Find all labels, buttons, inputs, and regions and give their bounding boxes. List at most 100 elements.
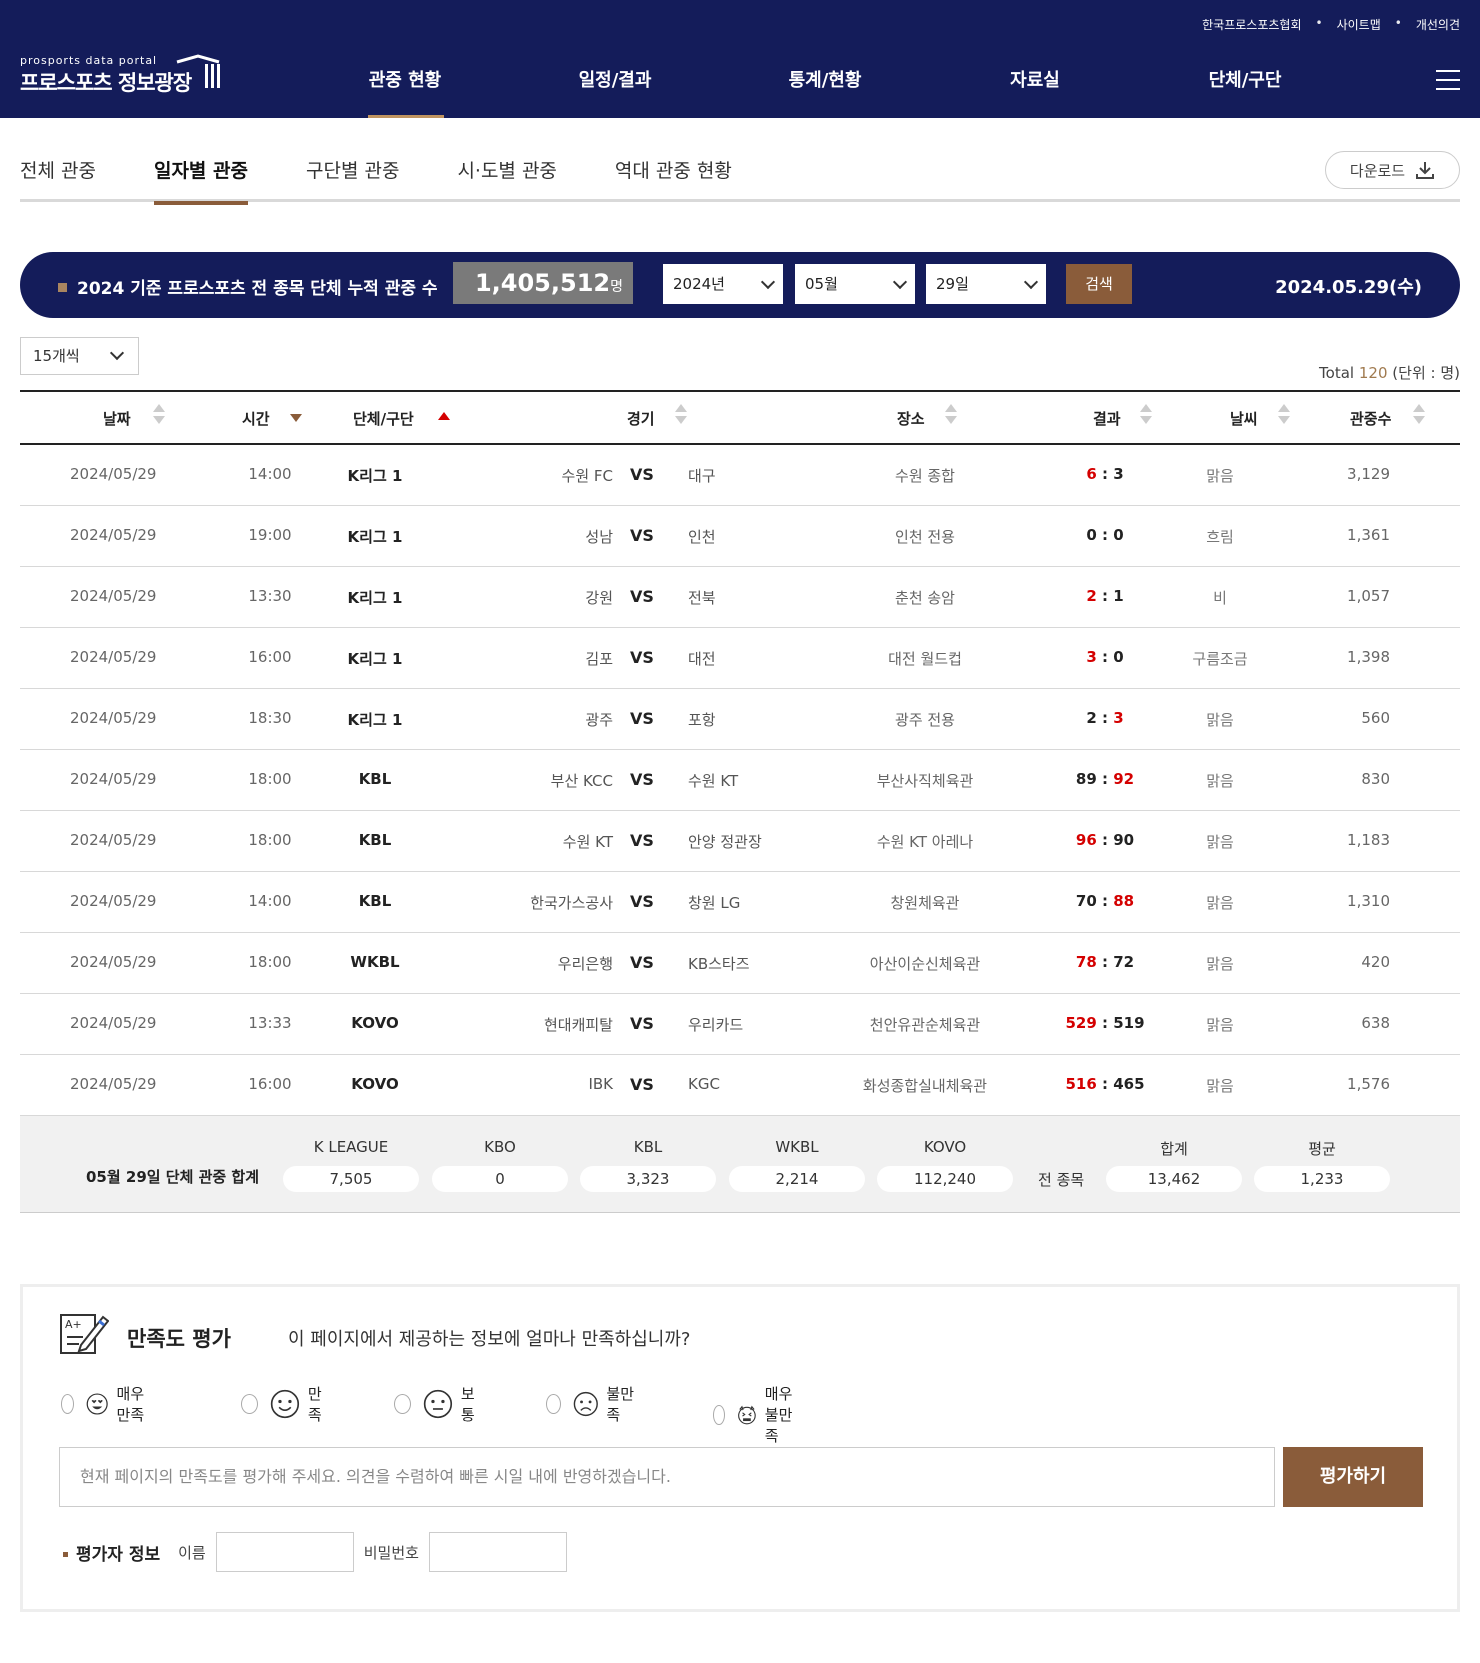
sort-league-icon[interactable] bbox=[438, 412, 450, 424]
cell-audience: 1,398 bbox=[1347, 648, 1390, 666]
radio[interactable] bbox=[241, 1394, 258, 1414]
cell-time: 18:00 bbox=[248, 831, 292, 849]
chevron-down-icon bbox=[1023, 274, 1039, 290]
day-select[interactable]: 29일 bbox=[926, 264, 1046, 304]
option-dissatisfied[interactable]: 불만족 bbox=[546, 1383, 636, 1425]
sort-date-icon[interactable] bbox=[153, 404, 165, 424]
heart-eyes-face-icon bbox=[86, 1393, 108, 1415]
main-nav: 관중 현황 일정/결과 통계/현황 자료실 단체/구단 bbox=[300, 66, 1350, 118]
util-link-sitemap[interactable]: 사이트맵 bbox=[1337, 16, 1381, 33]
cell-date: 2024/05/29 bbox=[70, 770, 157, 788]
score-home: 78 bbox=[1075, 953, 1097, 971]
password-field[interactable] bbox=[428, 1532, 567, 1572]
nav-attendance[interactable]: 관중 현황 bbox=[300, 66, 510, 118]
feedback-input[interactable]: 현재 페이지의 만족도를 평가해 주세요. 의견을 수렴하여 빠른 시일 내에 … bbox=[59, 1447, 1275, 1507]
cell-date: 2024/05/29 bbox=[70, 526, 157, 544]
score-home: 529 bbox=[1065, 1014, 1097, 1032]
option-very-satisfied[interactable]: 매우만족 bbox=[61, 1383, 151, 1425]
score-away: 519 bbox=[1113, 1014, 1145, 1032]
cell-venue: 아산이순신체육관 bbox=[869, 955, 981, 973]
util-link-feedback[interactable]: 개선의견 bbox=[1416, 16, 1460, 33]
option-satisfied[interactable]: 만족 bbox=[241, 1383, 331, 1425]
sort-venue-icon[interactable] bbox=[945, 404, 957, 424]
util-link-kpsa[interactable]: 한국프로스포츠협회 bbox=[1202, 16, 1301, 33]
download-button[interactable]: 다운로드 bbox=[1325, 151, 1460, 189]
table-row: 2024/05/29 18:00 KBL 부산 KCC VS 수원 KT 부산사직체육관 89… bbox=[20, 750, 1460, 811]
per-page-select[interactable]: 15개씩 bbox=[20, 337, 139, 375]
cell-away-team: 대구 bbox=[688, 467, 716, 485]
submit-rating-button[interactable]: 평가하기 bbox=[1283, 1447, 1423, 1507]
radio[interactable] bbox=[713, 1404, 725, 1425]
cell-home-team: 현대캐피탈 bbox=[543, 1016, 613, 1034]
chevron-down-icon bbox=[109, 345, 125, 361]
cell-vs: VS bbox=[630, 770, 654, 789]
nav-archive[interactable]: 자료실 bbox=[930, 66, 1140, 118]
cell-venue: 춘천 송암 bbox=[895, 589, 955, 607]
radio[interactable] bbox=[61, 1394, 75, 1414]
sort-result-icon[interactable] bbox=[1140, 404, 1152, 424]
cell-date: 2024/05/29 bbox=[70, 831, 157, 849]
cell-home-team: 우리은행 bbox=[557, 955, 613, 973]
logo-building-icon bbox=[176, 54, 220, 88]
menu-icon[interactable] bbox=[1436, 70, 1460, 92]
password-label: 비밀번호 bbox=[363, 1543, 419, 1562]
cell-time: 13:33 bbox=[248, 1014, 292, 1032]
cell-audience: 1,183 bbox=[1347, 831, 1390, 849]
summary-wkbl: WKBL 2,214 bbox=[729, 1138, 865, 1192]
cell-venue: 인천 전용 bbox=[895, 528, 955, 546]
score-home: 96 bbox=[1075, 831, 1097, 849]
survey-question: 이 페이지에서 제공하는 정보에 얼마나 만족하십니까? bbox=[288, 1329, 691, 1350]
header-match: 경기 bbox=[627, 410, 655, 428]
sort-audience-icon[interactable] bbox=[1413, 404, 1425, 424]
cell-audience: 3,129 bbox=[1347, 465, 1390, 483]
search-button[interactable]: 검색 bbox=[1066, 264, 1132, 304]
cell-league: K리그 1 bbox=[347, 711, 403, 729]
download-icon bbox=[1416, 162, 1435, 179]
cell-weather: 맑음 bbox=[1206, 955, 1234, 973]
radio[interactable] bbox=[546, 1394, 561, 1414]
score-home: 0 bbox=[1086, 526, 1097, 544]
sort-match-icon[interactable] bbox=[675, 404, 687, 424]
score-away: 88 bbox=[1113, 892, 1135, 910]
attendance-table: 날짜 시간 단체/구단 경기 장소 결과 날씨 관중수 2024/05/29 14… bbox=[20, 390, 1460, 1116]
cell-home-team: 성남 bbox=[585, 528, 613, 546]
cell-audience: 830 bbox=[1361, 770, 1390, 788]
year-select[interactable]: 2024년 bbox=[663, 264, 783, 304]
sort-time-icon[interactable] bbox=[290, 414, 302, 422]
site-header: 한국프로스포츠협회 • 사이트맵 • 개선의견 prosports data p… bbox=[0, 0, 1480, 118]
cell-result: 2 : 1 bbox=[1086, 587, 1124, 605]
tab-history[interactable]: 역대 관중 현황 bbox=[615, 150, 732, 202]
nav-teams[interactable]: 단체/구단 bbox=[1140, 66, 1350, 118]
cell-weather: 맑음 bbox=[1206, 1016, 1234, 1034]
cell-league: KBL bbox=[358, 770, 392, 788]
nav-schedule[interactable]: 일정/결과 bbox=[510, 66, 720, 118]
summary-kbl: KBL 3,323 bbox=[580, 1138, 716, 1192]
cell-venue: 수원 KT 아레나 bbox=[876, 833, 974, 851]
site-logo[interactable]: prosports data portal 프로스포츠 정보광장 bbox=[20, 54, 220, 97]
cell-home-team: 김포 bbox=[585, 650, 613, 668]
score-away: 0 bbox=[1113, 526, 1124, 544]
score-home: 2 bbox=[1086, 587, 1097, 605]
cell-venue: 수원 종합 bbox=[895, 467, 955, 485]
cell-league: KBL bbox=[358, 892, 392, 910]
month-select[interactable]: 05월 bbox=[795, 264, 915, 304]
cell-date: 2024/05/29 bbox=[70, 892, 157, 910]
radio[interactable] bbox=[394, 1394, 411, 1414]
score-away: 90 bbox=[1113, 831, 1135, 849]
score-away: 92 bbox=[1113, 770, 1135, 788]
tab-total[interactable]: 전체 관중 bbox=[20, 150, 96, 202]
cell-vs: VS bbox=[630, 526, 654, 545]
option-very-dissatisfied[interactable]: 매우불만족 bbox=[713, 1383, 803, 1446]
table-row: 2024/05/29 18:00 KBL 수원 KT VS 안양 정관장 수원 KT 아레나… bbox=[20, 811, 1460, 872]
option-neutral[interactable]: 보통 bbox=[394, 1383, 484, 1425]
tab-daily[interactable]: 일자별 관중 bbox=[153, 150, 248, 205]
cell-away-team: KB스타즈 bbox=[688, 955, 750, 973]
nav-stats[interactable]: 통계/현황 bbox=[720, 66, 930, 118]
cell-vs: VS bbox=[630, 648, 654, 667]
table-row: 2024/05/29 18:00 WKBL 우리은행 VS KB스타즈 아산이순신체육관 78… bbox=[20, 933, 1460, 994]
tab-team[interactable]: 구단별 관중 bbox=[306, 150, 399, 202]
name-field[interactable] bbox=[215, 1532, 354, 1572]
neutral-face-icon bbox=[423, 1389, 453, 1419]
tab-region[interactable]: 시·도별 관중 bbox=[457, 150, 556, 202]
sort-weather-icon[interactable] bbox=[1278, 404, 1290, 424]
